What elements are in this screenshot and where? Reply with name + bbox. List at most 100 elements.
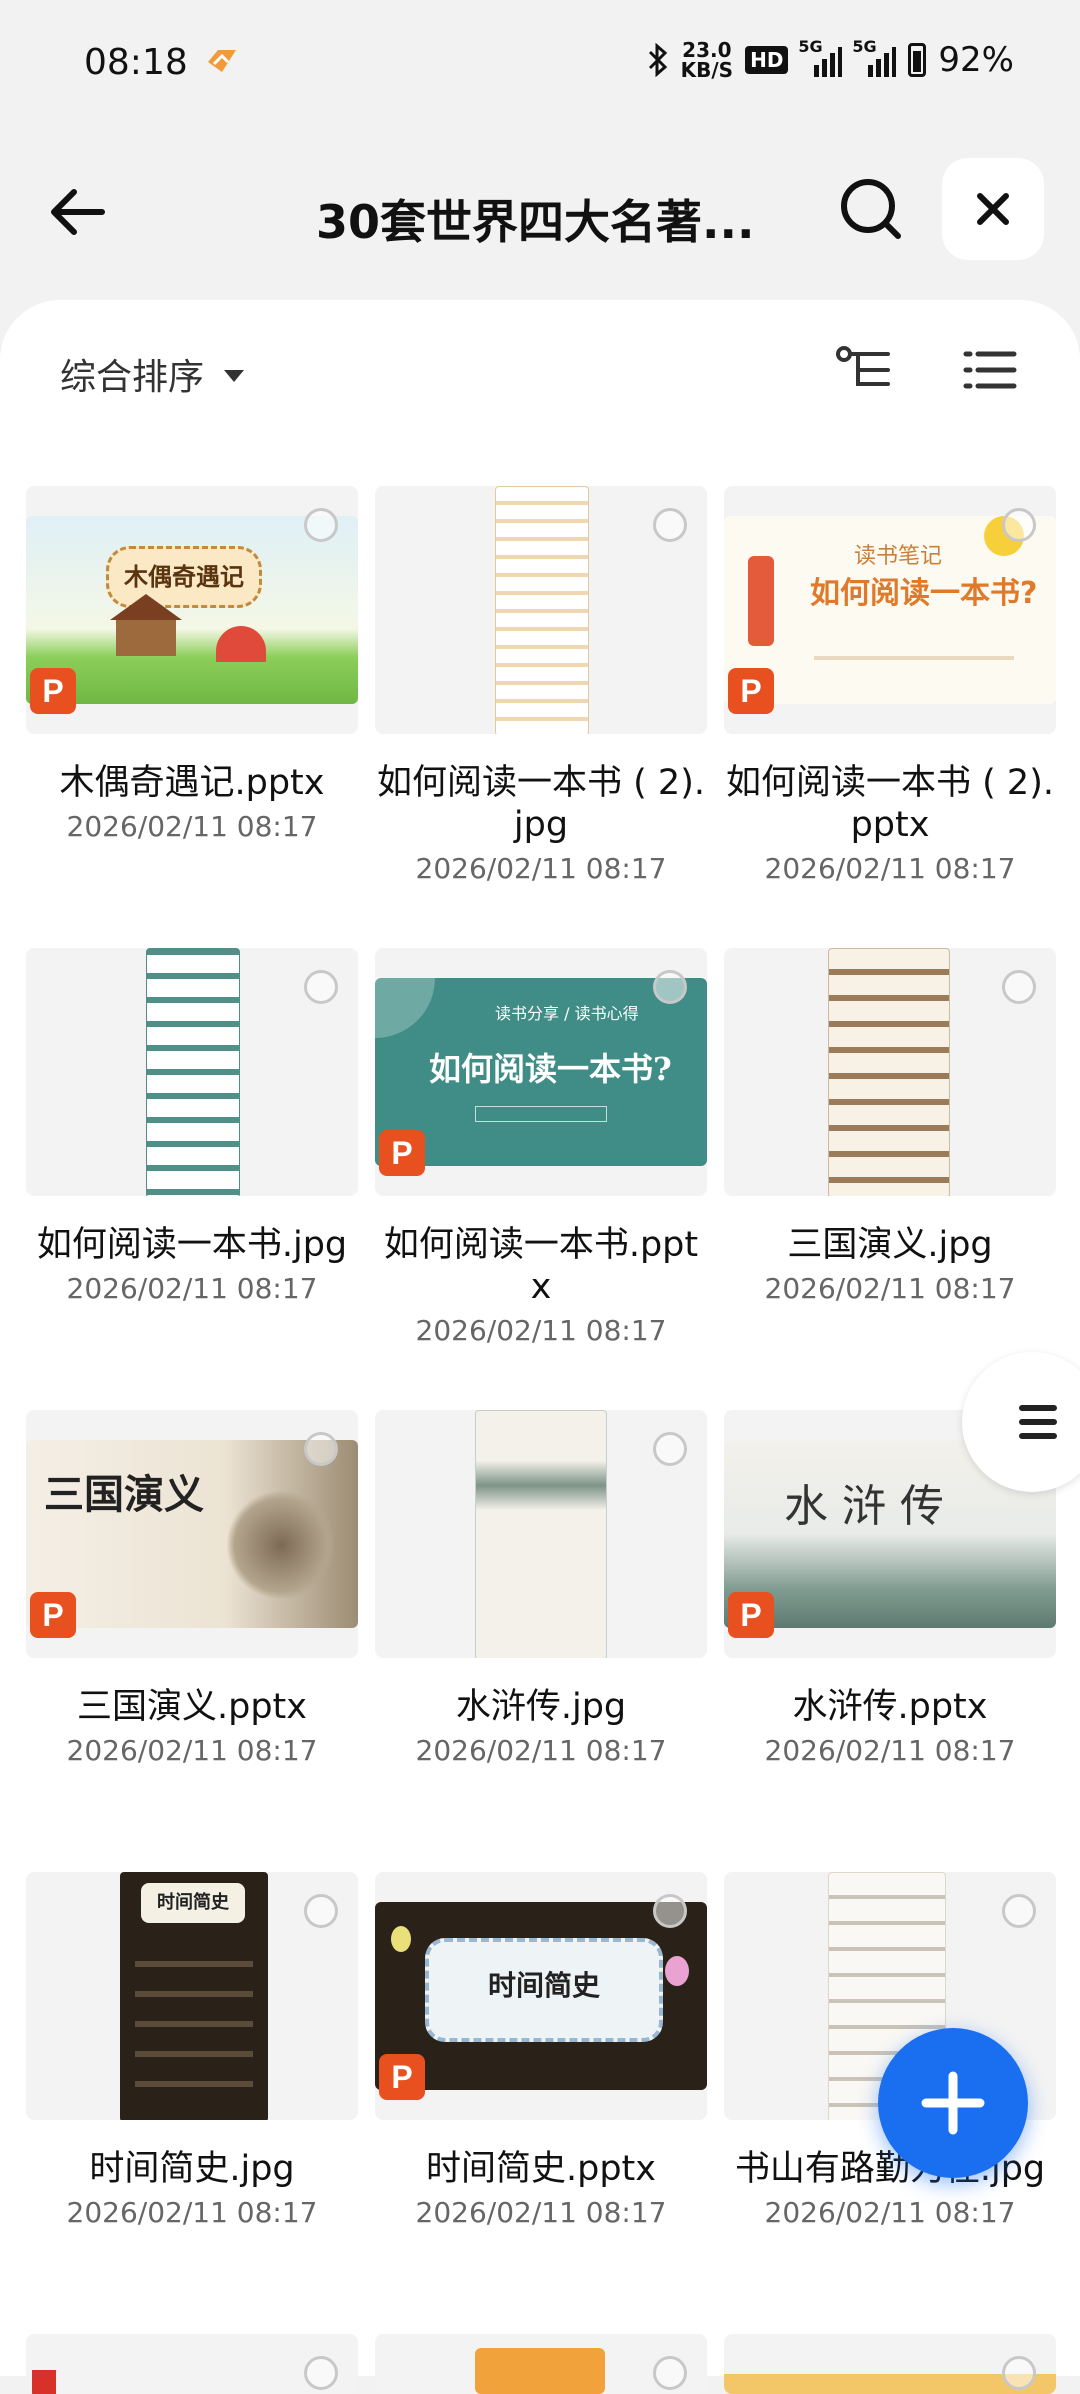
file-item[interactable]: 时间简史 时间简史.jpg 2026/02/11 08:17 bbox=[26, 1872, 358, 2292]
tree-view-icon[interactable] bbox=[834, 340, 894, 400]
file-name: 时间简史.jpg bbox=[89, 2149, 295, 2189]
notification-app-icon bbox=[208, 50, 236, 72]
file-thumbnail: 木偶奇遇记 P bbox=[26, 486, 358, 734]
file-thumbnail: 时间简史 P bbox=[375, 1872, 707, 2120]
select-checkbox[interactable] bbox=[1002, 508, 1036, 542]
status-time: 08:18 bbox=[84, 42, 188, 83]
file-item[interactable]: 如何阅读一本书 ( 2).jpg 2026/02/11 08:17 bbox=[375, 486, 707, 906]
ppt-file-icon: P bbox=[379, 1130, 425, 1176]
file-name-block: 三国演义.jpg 2026/02/11 08:17 bbox=[724, 1224, 1056, 1310]
thumb-title: 如何阅读一本书? bbox=[429, 1050, 672, 1088]
file-item[interactable]: 如何阅读一本书.jpg 2026/02/11 08:17 bbox=[26, 948, 358, 1368]
file-date: 2026/02/11 08:17 bbox=[66, 2196, 318, 2229]
header: 30套世界四大名著... bbox=[0, 150, 1080, 270]
select-checkbox[interactable] bbox=[653, 970, 687, 1004]
page-title: 30套世界四大名著... bbox=[316, 195, 755, 249]
file-date: 2026/02/11 08:17 bbox=[66, 1272, 318, 1305]
file-date: 2026/02/11 08:17 bbox=[66, 810, 318, 843]
select-checkbox[interactable] bbox=[653, 1432, 687, 1466]
view-toggle-group bbox=[834, 340, 1020, 400]
thumb-subtitle: 读书分享 / 读书心得 bbox=[495, 1004, 639, 1023]
file-name: 如何阅读一本书.pptx bbox=[383, 1225, 699, 1307]
caret-down-icon bbox=[224, 370, 245, 382]
plus-icon bbox=[921, 2071, 985, 2135]
file-thumbnail: 读书分享 / 读书心得 如何阅读一本书? P bbox=[375, 948, 707, 1196]
select-checkbox[interactable] bbox=[304, 1432, 338, 1466]
add-button[interactable] bbox=[878, 2028, 1028, 2178]
file-name: 水浒传.jpg bbox=[455, 1687, 627, 1727]
file-item[interactable] bbox=[375, 2334, 707, 2394]
select-checkbox[interactable] bbox=[304, 1894, 338, 1928]
file-item[interactable]: 水浒传.jpg 2026/02/11 08:17 bbox=[375, 1410, 707, 1830]
file-name-block: 如何阅读一本书.pptx 2026/02/11 08:17 bbox=[375, 1224, 707, 1352]
thumb-title: 三国演义 bbox=[44, 1471, 204, 1518]
file-date: 2026/02/11 08:17 bbox=[764, 2196, 1016, 2229]
select-checkbox[interactable] bbox=[304, 508, 338, 542]
file-name-block: 如何阅读一本书 ( 2).jpg 2026/02/11 08:17 bbox=[375, 762, 707, 890]
file-item[interactable] bbox=[26, 2334, 358, 2394]
ppt-file-icon: P bbox=[30, 1592, 76, 1638]
select-checkbox[interactable] bbox=[653, 2356, 687, 2390]
hd-badge: HD bbox=[745, 46, 789, 74]
file-thumbnail bbox=[375, 2334, 707, 2394]
file-name: 木偶奇遇记.pptx bbox=[59, 763, 325, 803]
sort-label: 综合排序 bbox=[60, 357, 205, 398]
ppt-file-icon: P bbox=[30, 668, 76, 714]
file-item[interactable]: 读书分享 / 读书心得 如何阅读一本书? P 如何阅读一本书.pptx 2026… bbox=[375, 948, 707, 1368]
file-date: 2026/02/11 08:17 bbox=[764, 1272, 1016, 1305]
file-date: 2026/02/11 08:17 bbox=[764, 852, 1016, 885]
file-item[interactable]: 三国演义 P 三国演义.pptx 2026/02/11 08:17 bbox=[26, 1410, 358, 1830]
network-speed: 23.0 KB/S bbox=[681, 40, 733, 80]
file-name: 时间简史.pptx bbox=[426, 2149, 656, 2189]
file-thumbnail bbox=[724, 2334, 1056, 2394]
select-checkbox[interactable] bbox=[653, 1894, 687, 1928]
file-item[interactable]: 三国演义.jpg 2026/02/11 08:17 bbox=[724, 948, 1056, 1368]
battery-percent: 92% bbox=[938, 40, 1014, 80]
thumb-title: 如何阅读一本书? bbox=[810, 576, 1038, 611]
file-thumbnail bbox=[375, 1410, 707, 1658]
speed-unit: KB/S bbox=[680, 58, 734, 82]
file-date: 2026/02/11 08:17 bbox=[764, 1734, 1016, 1767]
net-label-1: 5G bbox=[798, 37, 823, 56]
speed-value: 23.0 bbox=[682, 38, 732, 62]
thumb-subtitle: 读书笔记 bbox=[854, 544, 943, 569]
sort-dropdown[interactable]: 综合排序 bbox=[60, 348, 245, 400]
close-icon bbox=[977, 193, 1009, 225]
ppt-file-icon: P bbox=[728, 668, 774, 714]
signal-icon-2: 5G bbox=[852, 37, 897, 77]
net-label-2: 5G bbox=[852, 37, 877, 56]
select-checkbox[interactable] bbox=[1002, 970, 1036, 1004]
thumb-title: 时间简史 bbox=[141, 1883, 245, 1923]
select-checkbox[interactable] bbox=[304, 970, 338, 1004]
file-date: 2026/02/11 08:17 bbox=[66, 1734, 318, 1767]
file-name-block: 三国演义.pptx 2026/02/11 08:17 bbox=[26, 1686, 358, 1772]
ppt-file-icon: P bbox=[728, 1592, 774, 1638]
file-name: 三国演义.jpg bbox=[787, 1225, 993, 1265]
file-name-block: 如何阅读一本书 ( 2).pptx 2026/02/11 08:17 bbox=[724, 762, 1056, 890]
arrow-left-icon[interactable] bbox=[42, 172, 122, 252]
file-date: 2026/02/11 08:17 bbox=[415, 852, 667, 885]
close-button[interactable] bbox=[942, 158, 1044, 260]
select-checkbox[interactable] bbox=[1002, 1894, 1036, 1928]
file-item[interactable]: 时间简史 P 时间简史.pptx 2026/02/11 08:17 bbox=[375, 1872, 707, 2292]
select-checkbox[interactable] bbox=[304, 2356, 338, 2390]
file-item[interactable] bbox=[724, 2334, 1056, 2394]
file-date: 2026/02/11 08:17 bbox=[415, 1314, 667, 1347]
list-view-icon[interactable] bbox=[960, 340, 1020, 400]
file-name-block: 水浒传.jpg 2026/02/11 08:17 bbox=[375, 1686, 707, 1772]
file-name-block: 水浒传.pptx 2026/02/11 08:17 bbox=[724, 1686, 1056, 1772]
file-date: 2026/02/11 08:17 bbox=[415, 2196, 667, 2229]
file-name: 水浒传.pptx bbox=[792, 1687, 988, 1727]
file-thumbnail: 三国演义 P bbox=[26, 1410, 358, 1658]
file-item[interactable]: 木偶奇遇记 P 木偶奇遇记.pptx 2026/02/11 08:17 bbox=[26, 486, 358, 906]
file-item[interactable]: 读书笔记 如何阅读一本书? P 如何阅读一本书 ( 2).pptx 2026/0… bbox=[724, 486, 1056, 906]
select-checkbox[interactable] bbox=[1002, 2356, 1036, 2390]
thumb-title: 水 浒 传 bbox=[784, 1481, 944, 1532]
select-checkbox[interactable] bbox=[653, 508, 687, 542]
file-thumbnail: 时间简史 bbox=[26, 1872, 358, 2120]
file-name-block: 如何阅读一本书.jpg 2026/02/11 08:17 bbox=[26, 1224, 358, 1310]
battery-icon bbox=[908, 43, 927, 77]
ppt-file-icon: P bbox=[379, 2054, 425, 2100]
file-name: 如何阅读一本书.jpg bbox=[36, 1225, 348, 1265]
search-icon[interactable] bbox=[836, 174, 906, 244]
